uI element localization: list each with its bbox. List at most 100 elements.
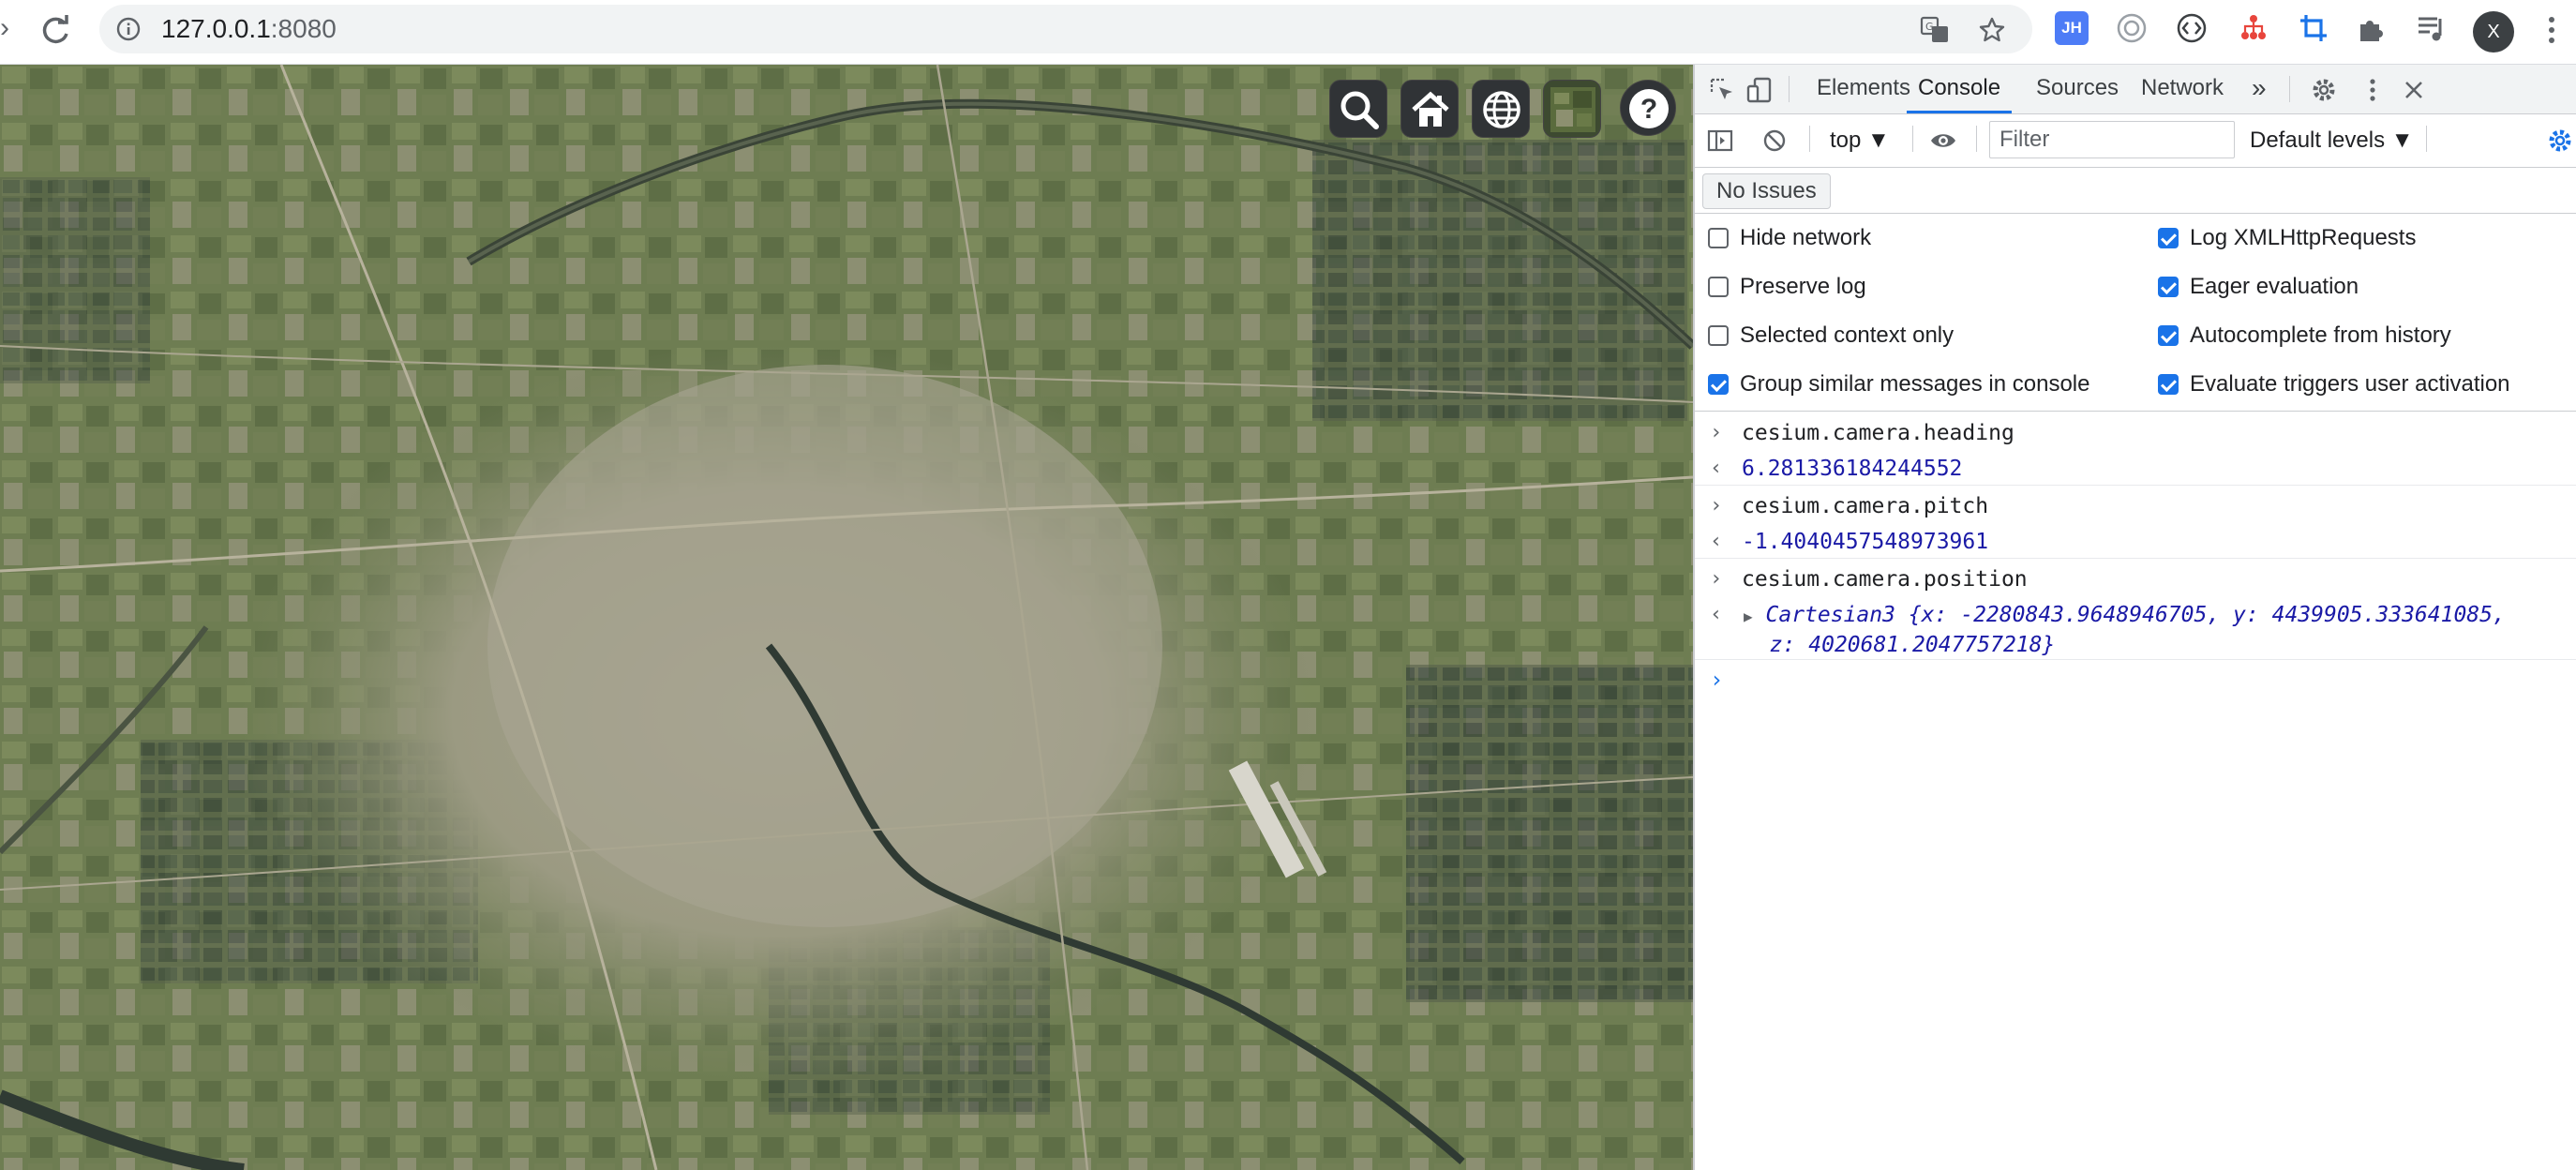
checkbox[interactable] <box>2158 325 2179 346</box>
console-command: cesium.camera.pitch <box>1742 494 1989 518</box>
tab-sources[interactable]: Sources <box>2036 65 2119 112</box>
return-arrow-icon: ‹ <box>1710 530 1723 553</box>
console-object-line[interactable]: ‹ ▶ Cartesian3 {x: -2280843.9648946705, … <box>1695 601 2576 660</box>
context-selector[interactable]: top ▼ <box>1830 126 1890 156</box>
url-port: :8080 <box>270 14 337 43</box>
return-arrow-icon: ‹ <box>1710 603 1723 626</box>
navigation-help-button[interactable]: ? <box>1620 80 1676 136</box>
console-command: cesium.camera.position <box>1742 567 2028 592</box>
checkbox[interactable] <box>1708 228 1729 248</box>
close-devtools-icon[interactable] <box>2400 76 2428 104</box>
console-input-line: › cesium.camera.position <box>1695 565 2576 595</box>
extensions-puzzle-icon[interactable] <box>2355 11 2389 45</box>
console-result-line: ‹ 6.281336184244552 <box>1695 455 2576 486</box>
home-view-button[interactable] <box>1400 80 1459 138</box>
chevron-right-icon: › <box>1710 567 1723 591</box>
expand-triangle-icon[interactable]: ▶ <box>1744 608 1753 625</box>
checkbox[interactable] <box>2158 228 2179 248</box>
imagery-layer-icon <box>1550 87 1595 132</box>
toolbar-divider <box>1912 126 1913 152</box>
translate-icon[interactable]: G <box>1920 16 1950 44</box>
setting-label: Eager evaluation <box>2190 274 2359 299</box>
checkbox[interactable] <box>1708 277 1729 297</box>
devtools-menu-icon[interactable] <box>2359 76 2387 104</box>
checkbox[interactable] <box>1708 325 1729 346</box>
settings-gear-icon[interactable] <box>2310 76 2338 104</box>
object-z-value: 4020681.2047757218 <box>1808 633 2043 657</box>
url-text: 127.0.0.1:8080 <box>161 14 337 44</box>
object-class-name: Cartesian3 <box>1765 603 1895 627</box>
inspect-element-icon[interactable] <box>1708 76 1736 104</box>
search-icon <box>1340 91 1379 129</box>
console-input-line: › cesium.camera.pitch <box>1695 492 2576 522</box>
toolbar-divider <box>1976 126 1977 152</box>
console-settings-gear-icon[interactable] <box>2546 127 2574 155</box>
extension-target-icon[interactable] <box>2115 11 2149 45</box>
extension-tree-icon[interactable] <box>2237 11 2270 45</box>
media-playlist-icon[interactable] <box>2415 11 2449 45</box>
issues-bar: No Issues <box>1695 168 2576 214</box>
tab-network[interactable]: Network <box>2141 65 2224 112</box>
base-layer-picker-button[interactable] <box>1543 80 1601 138</box>
object-x-value: -2280843.9648946705 <box>1960 603 2208 627</box>
clear-console-icon[interactable] <box>1760 127 1789 155</box>
setting-label: Preserve log <box>1740 274 1866 299</box>
toolbar-divider <box>2426 126 2427 152</box>
satellite-imagery[interactable] <box>0 65 1693 1170</box>
home-icon <box>1412 91 1449 127</box>
console-settings-pane: Hide network Preserve log Selected conte… <box>1695 214 2576 412</box>
geocoder-search-button[interactable] <box>1329 80 1387 138</box>
help-glyph: ? <box>1640 94 1657 125</box>
setting-label: Autocomplete from history <box>2190 322 2451 348</box>
console-toolbar: top ▼ Default levels ▼ <box>1695 114 2576 168</box>
sidebar-toggle-icon[interactable] <box>1706 127 1734 155</box>
checkbox[interactable] <box>2158 374 2179 395</box>
console-prompt-icon[interactable]: › <box>1710 667 1723 693</box>
globe-icon <box>1483 91 1520 128</box>
log-levels-dropdown[interactable]: Default levels ▼ <box>2250 126 2414 156</box>
forward-icon[interactable]: › <box>0 13 17 43</box>
console-result: 6.281336184244552 <box>1742 457 1963 481</box>
extension-code-icon[interactable] <box>2175 11 2209 45</box>
site-info-icon[interactable] <box>116 17 141 41</box>
live-expression-eye-icon[interactable] <box>1929 127 1957 155</box>
devtools-tabbar: Elements Console Sources Network » <box>1695 65 2576 114</box>
tab-divider <box>1789 76 1790 102</box>
chevron-right-icon: › <box>1710 421 1723 444</box>
checkbox[interactable] <box>1708 374 1729 395</box>
setting-label: Selected context only <box>1740 322 1954 348</box>
console-filter[interactable] <box>1989 121 2235 158</box>
scene-mode-button[interactable] <box>1472 80 1530 138</box>
help-icon: ? <box>1629 89 1669 128</box>
device-toolbar-icon[interactable] <box>1745 76 1774 104</box>
devtools-panel: Elements Console Sources Network » top ▼ <box>1693 65 2576 1170</box>
console-output[interactable]: › cesium.camera.heading ‹ 6.281336184244… <box>1695 412 2576 1170</box>
toolbar-divider <box>1809 126 1810 152</box>
setting-label: Group similar messages in console <box>1740 371 2090 397</box>
setting-label: Evaluate triggers user activation <box>2190 371 2510 397</box>
address-bar[interactable]: 127.0.0.1:8080 G <box>99 5 2032 53</box>
tab-elements[interactable]: Elements <box>1817 65 1910 112</box>
tab-console[interactable]: Console <box>1907 65 2013 113</box>
extension-jh-icon[interactable]: JH <box>2055 11 2089 45</box>
filter-input[interactable] <box>1998 122 2217 158</box>
cesium-map-viewer[interactable]: ? <box>0 65 1693 1170</box>
svg-text:G: G <box>1925 21 1934 33</box>
tab-divider <box>2289 76 2290 102</box>
profile-avatar[interactable]: X <box>2473 11 2514 52</box>
bookmark-star-icon[interactable] <box>1978 16 2006 44</box>
url-host: 127.0.0.1 <box>161 14 271 43</box>
console-result: -1.4040457548973961 <box>1742 530 1989 554</box>
object-y-value: 4439905.333641085 <box>2271 603 2493 627</box>
reload-icon[interactable] <box>37 11 75 49</box>
extension-crop-icon[interactable] <box>2297 11 2330 45</box>
object-preview[interactable]: ▶ Cartesian3 {x: -2280843.9648946705, y:… <box>1744 601 2506 659</box>
browser-menu-icon[interactable] <box>2539 11 2565 49</box>
console-input-line: › cesium.camera.heading <box>1695 419 2576 449</box>
checkbox[interactable] <box>2158 277 2179 297</box>
no-issues-button[interactable]: No Issues <box>1702 173 1831 209</box>
more-tabs-button[interactable]: » <box>2252 65 2267 112</box>
setting-label: Hide network <box>1740 225 1872 250</box>
console-command: cesium.camera.heading <box>1742 421 2014 445</box>
console-result-line: ‹ -1.4040457548973961 <box>1695 528 2576 559</box>
